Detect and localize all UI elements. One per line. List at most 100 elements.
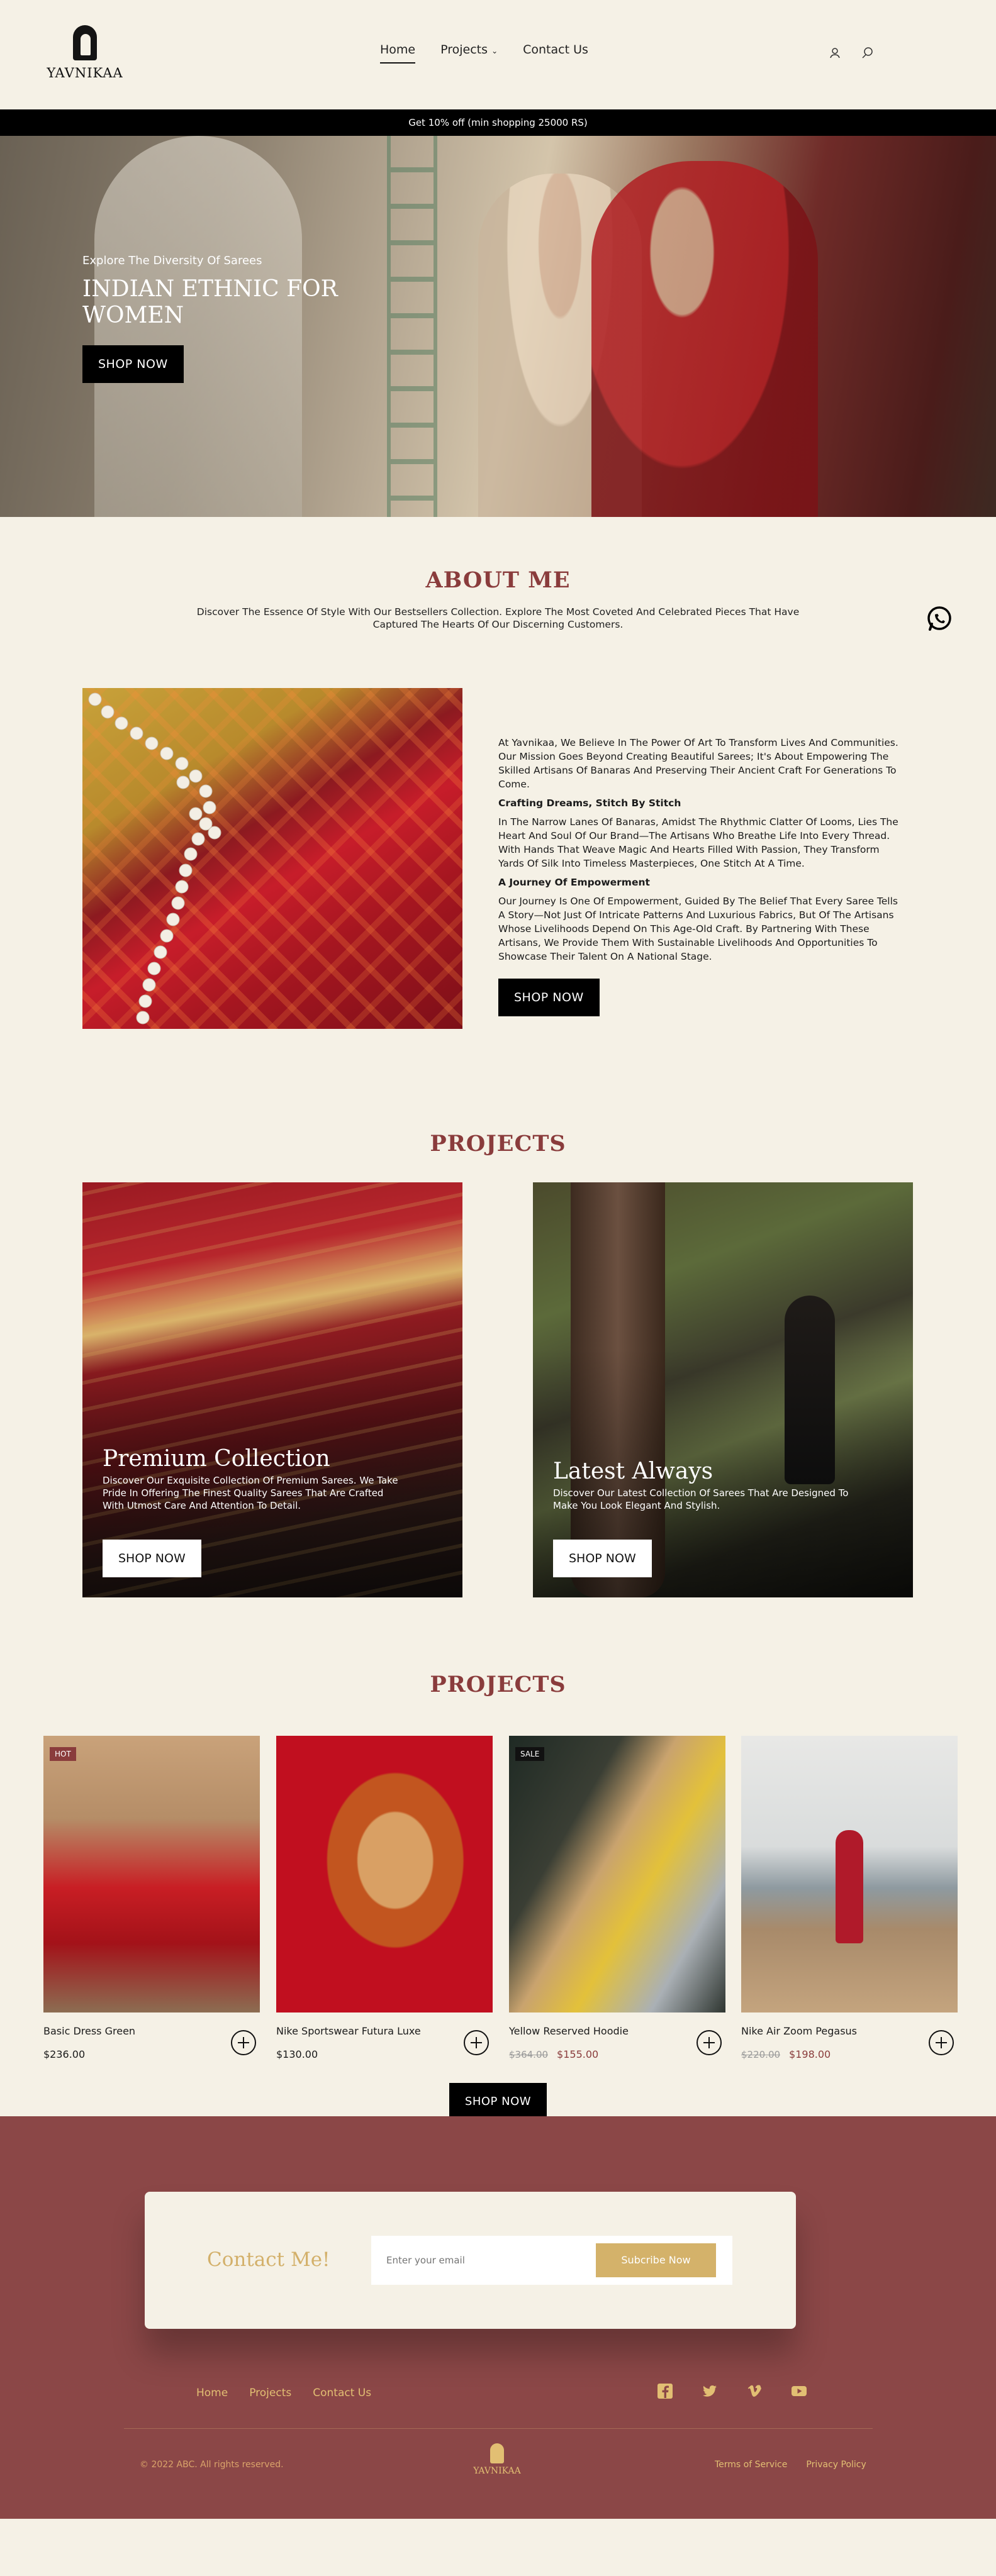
whatsapp-icon[interactable] (926, 605, 953, 633)
product-price: $220.00 $198.00 (741, 2048, 958, 2060)
project-card-desc: Discover Our Latest Collection Of Sarees… (553, 1487, 849, 1511)
about-shop-now-button[interactable]: SHOP NOW (498, 979, 600, 1016)
price-current: $236.00 (43, 2048, 86, 2060)
footer-link-contact[interactable]: Contact Us (313, 2387, 371, 2399)
products-title: PROJECTS (430, 1672, 566, 1697)
terms-link[interactable]: Terms of Service (715, 2460, 787, 2470)
site-footer: Contact Me! Subcribe Now Home Projects C… (0, 2116, 996, 2519)
project-card-latest[interactable]: Latest Always Discover Our Latest Collec… (533, 1182, 913, 1597)
hero-content: Explore The Diversity Of Sarees INDIAN E… (82, 254, 347, 383)
nav-projects[interactable]: Projects ⌄ (440, 43, 498, 64)
about-subtitle: Discover The Essence Of Style With Our B… (196, 606, 800, 630)
header-icons (829, 47, 874, 59)
about-title: ABOUT ME (425, 567, 571, 593)
about-text: At Yavnikaa, We Believe In The Power Of … (498, 736, 898, 1016)
hero-model-2 (591, 161, 818, 517)
copyright: © 2022 ABC. All rights reserved. (140, 2460, 284, 2470)
email-form: Subcribe Now (371, 2236, 732, 2285)
contact-title: Contact Me! (207, 2248, 330, 2271)
project-card-title: Premium Collection (103, 1446, 330, 1472)
about-intro: At Yavnikaa, We Believe In The Power Of … (498, 737, 898, 790)
product-name[interactable]: Nike Sportswear Futura Luxe (276, 2025, 493, 2037)
user-icon[interactable] (829, 47, 841, 59)
product-card[interactable]: HOT Basic Dress Green $236.00 (43, 1736, 260, 2060)
project-card-premium[interactable]: Premium Collection Discover Our Exquisit… (82, 1182, 462, 1597)
project-shop-now-button[interactable]: SHOP NOW (103, 1540, 201, 1577)
price-old: $220.00 (741, 2049, 781, 2060)
logo-mark-icon (73, 25, 97, 60)
hero-title: INDIAN ETHNIC FOR WOMEN (82, 276, 338, 328)
product-card[interactable]: Nike Air Zoom Pegasus $220.00 $198.00 (741, 1736, 958, 2060)
footer-link-projects[interactable]: Projects (249, 2387, 291, 2399)
footer-brand-name: YAVNIKAA (473, 2466, 521, 2476)
hero-ladder-decor (387, 136, 437, 517)
footer-divider (124, 2428, 873, 2429)
project-card-title: Latest Always (553, 1458, 713, 1484)
product-image[interactable] (276, 1736, 493, 2012)
nav-home[interactable]: Home (380, 43, 416, 64)
nav-projects-label: Projects (440, 43, 488, 57)
product-image[interactable]: SALE (509, 1736, 725, 2012)
model-figure (836, 1830, 863, 1943)
price-sale: $155.00 (557, 2048, 599, 2060)
about-body: At Yavnikaa, We Believe In The Power Of … (0, 686, 996, 1029)
subscribe-button[interactable]: Subcribe Now (596, 2243, 716, 2277)
price-sale: $198.00 (789, 2048, 831, 2060)
twitter-icon[interactable] (702, 2383, 718, 2399)
email-field[interactable] (386, 2251, 575, 2270)
hero-shop-now-button[interactable]: SHOP NOW (82, 345, 184, 383)
search-icon[interactable] (861, 47, 874, 59)
social-links (657, 2383, 807, 2399)
legal-links: Terms of Service Privacy Policy (715, 2460, 866, 2470)
brand-logo[interactable]: YAVNIKAA (44, 25, 126, 80)
hot-badge: HOT (50, 1747, 76, 1761)
nav-contact[interactable]: Contact Us (523, 43, 588, 64)
project-shop-now-button[interactable]: SHOP NOW (553, 1540, 652, 1577)
product-price: $130.00 (276, 2048, 493, 2060)
main-nav: Home Projects ⌄ Contact Us (380, 43, 588, 64)
footer-link-home[interactable]: Home (196, 2387, 228, 2399)
projects-grid: Premium Collection Discover Our Exquisit… (0, 1182, 996, 1597)
about-header: ABOUT ME Discover The Essence Of Style W… (0, 517, 996, 686)
footer-logo[interactable]: YAVNIKAA (466, 2443, 529, 2476)
about-image (82, 688, 462, 1029)
products-shop-now-button[interactable]: SHOP NOW (449, 2083, 547, 2120)
projects-title: PROJECTS (430, 1131, 566, 1157)
footer-nav: Home Projects Contact Us (196, 2387, 393, 2399)
product-image[interactable]: HOT (43, 1736, 260, 2012)
product-name[interactable]: Basic Dress Green (43, 2025, 260, 2037)
brand-name: YAVNIKAA (47, 65, 123, 80)
about-paragraph-1: In The Narrow Lanes Of Banaras, Amidst T… (498, 816, 898, 869)
chevron-down-icon: ⌄ (491, 47, 498, 55)
product-name[interactable]: Yellow Reserved Hoodie (509, 2025, 725, 2037)
vimeo-icon[interactable] (746, 2383, 763, 2399)
about-heading-2: A Journey Of Empowerment (498, 877, 650, 888)
project-card-info: Latest Always Discover Our Latest Collec… (553, 1459, 868, 1577)
add-to-cart-button[interactable] (231, 2030, 256, 2055)
add-to-cart-button[interactable] (464, 2030, 489, 2055)
logo-mark-icon (490, 2443, 504, 2463)
project-card-info: Premium Collection Discover Our Exquisit… (103, 1446, 417, 1577)
about-paragraph-2: Our Journey Is One Of Empowerment, Guide… (498, 896, 898, 962)
product-image[interactable] (741, 1736, 958, 2012)
privacy-link[interactable]: Privacy Policy (806, 2460, 866, 2470)
site-header: YAVNIKAA Home Projects ⌄ Contact Us (0, 0, 996, 109)
newsletter-box: Contact Me! Subcribe Now (145, 2192, 796, 2329)
product-card[interactable]: SALE Yellow Reserved Hoodie $364.00 $155.… (509, 1736, 725, 2060)
products-grid: HOT Basic Dress Green $236.00 Nike Sport… (0, 1736, 996, 2060)
facebook-icon[interactable] (657, 2383, 673, 2399)
add-to-cart-button[interactable] (929, 2030, 954, 2055)
project-card-desc: Discover Our Exquisite Collection Of Pre… (103, 1475, 398, 1511)
product-card[interactable]: Nike Sportswear Futura Luxe $130.00 (276, 1736, 493, 2060)
about-heading-1: Crafting Dreams, Stitch By Stitch (498, 797, 681, 809)
product-name[interactable]: Nike Air Zoom Pegasus (741, 2025, 958, 2037)
price-current: $130.00 (276, 2048, 318, 2060)
promo-bar: Get 10% off (min shopping 25000 RS) (0, 109, 996, 136)
youtube-icon[interactable] (791, 2383, 807, 2399)
add-to-cart-button[interactable] (697, 2030, 722, 2055)
product-price: $364.00 $155.00 (509, 2048, 725, 2060)
price-old: $364.00 (509, 2049, 549, 2060)
pearl-necklace-decor (88, 692, 221, 1024)
product-price: $236.00 (43, 2048, 260, 2060)
sale-badge: SALE (515, 1747, 545, 1761)
